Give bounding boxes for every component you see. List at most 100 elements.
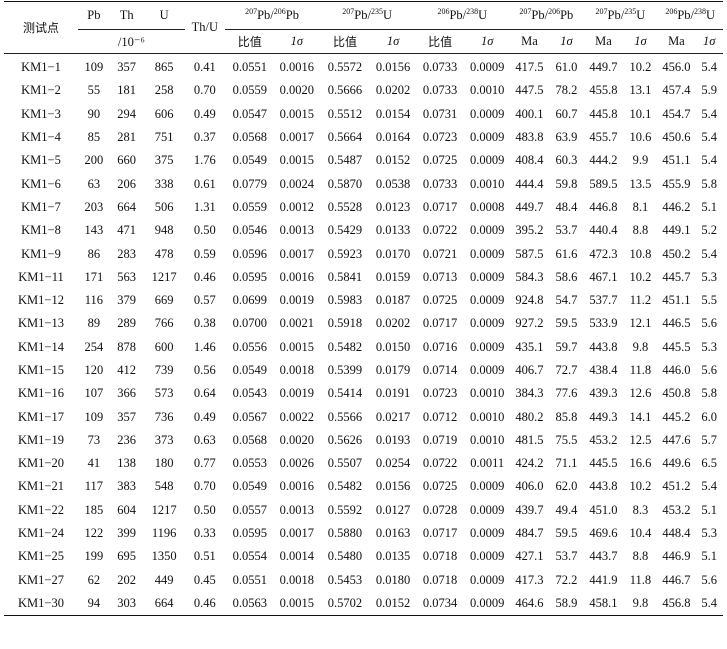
cell-th: 357 [117,409,136,424]
cell-ratio-207-206: 0.0568 [232,130,267,145]
cell-age-207-206: 447.5 [515,83,544,98]
cell-age-207-235: 440.4 [589,223,618,238]
cell-ratio-207-206: 0.0549 [232,479,267,494]
cell-age-sigma-206-238: 5.4 [701,130,718,145]
table-row: KM1−11 171 563 1217 0.46 0.0595 0.0016 0.5841 0.… [4,266,723,289]
table-row: KM1−3 90 294 606 0.49 0.0547 0.0015 0.5512 0.015… [4,103,723,126]
cell-age-sigma-207-235: 8.8 [632,223,649,238]
header-sample-point: 测试点 [4,1,78,54]
cell-age-sigma-206-238: 5.1 [701,549,718,564]
cell-sample-id: KM1−7 [21,199,61,214]
cell-th: 660 [117,153,136,168]
cell-age-207-206: 424.2 [515,456,544,471]
cell-u: 606 [154,106,174,121]
cell-th: 202 [117,572,136,587]
cell-th-u: 0.50 [193,223,216,238]
cell-ratio-206-238: 0.0733 [422,60,458,75]
cell-age-206-238: 446.0 [662,363,691,377]
cell-sigma-207-206: 0.0016 [279,269,315,284]
cell-age-207-206: 417.5 [515,60,544,75]
cell-pb: 122 [84,526,104,541]
cell-age-sigma-207-206: 72.7 [555,363,578,377]
cell-age-sigma-207-235: 10.2 [629,60,652,75]
cell-sigma-206-238: 0.0009 [469,60,505,75]
cell-age-sigma-206-238: 5.1 [701,502,718,517]
cell-th-u: 0.77 [193,456,216,471]
cell-age-sigma-206-238: 5.8 [701,386,718,401]
cell-sigma-206-238: 0.0010 [469,409,505,424]
cell-ratio-207-206: 0.0551 [232,60,267,75]
cell-age-sigma-206-238: 5.5 [701,293,718,308]
cell-age-207-235: 458.1 [589,595,618,610]
cell-age-sigma-207-206: 62.0 [555,479,578,494]
cell-th: 563 [117,269,136,284]
cell-age-sigma-206-238: 5.3 [701,526,718,541]
cell-age-sigma-207-235: 11.2 [629,293,652,308]
cell-th-u: 0.61 [193,176,216,191]
cell-age-sigma-207-235: 12.6 [629,386,652,401]
cell-age-207-206: 484.7 [515,526,544,541]
cell-age-sigma-207-206: 59.5 [555,316,578,331]
cell-age-sigma-207-206: 61.0 [555,60,578,75]
cell-ratio-206-238: 0.0731 [422,106,458,121]
cell-age-sigma-207-235: 10.1 [629,106,652,121]
cell-sigma-207-235: 0.0159 [375,269,411,284]
cell-pb: 85 [87,130,101,145]
cell-ratio-206-238: 0.0718 [422,549,458,564]
cell-age-206-238: 456.0 [662,60,691,75]
cell-age-207-206: 384.3 [515,386,544,401]
cell-sigma-207-206: 0.0016 [279,479,315,494]
cell-sigma-207-206: 0.0026 [279,456,315,471]
cell-age-sigma-207-206: 78.2 [555,83,578,98]
cell-age-sigma-206-238: 5.3 [701,339,718,354]
cell-sample-id: KM1−20 [18,456,64,471]
cell-u: 751 [154,130,174,145]
header-age-206-238: 206Pb/238U [657,1,723,30]
cell-age-207-235: 455.8 [589,83,618,98]
cell-sample-id: KM1−13 [18,316,64,331]
cell-th: 471 [117,223,136,238]
cell-sigma-207-206: 0.0015 [279,595,315,610]
cell-age-207-235: 449.7 [589,60,618,75]
cell-pb: 143 [84,223,104,238]
cell-u: 664 [154,595,174,610]
cell-age-207-235: 451.0 [589,502,618,517]
cell-age-206-238: 456.8 [662,595,691,610]
cell-u: 1217 [151,502,177,517]
cell-age-sigma-207-206: 53.7 [555,223,578,238]
cell-sigma-207-206: 0.0022 [279,409,315,424]
cell-sigma-206-238: 0.0011 [470,456,505,471]
table-row: KM1−22 185 604 1217 0.50 0.0557 0.0013 0.5592 0.… [4,499,723,522]
cell-th: 399 [117,526,136,541]
table-row: KM1−6 63 206 338 0.61 0.0779 0.0024 0.5870 0.053… [4,172,723,195]
cell-age-207-235: 453.2 [589,432,618,447]
cell-sigma-206-238: 0.0009 [469,502,505,517]
cell-age-sigma-206-238: 5.4 [701,246,718,261]
cell-age-206-238: 457.4 [662,83,691,98]
cell-sigma-207-206: 0.0014 [279,549,315,564]
cell-sigma-207-235: 0.0179 [375,363,411,377]
cell-th-u: 0.50 [193,502,216,517]
cell-sample-id: KM1−12 [18,293,64,308]
cell-u: 669 [154,293,174,308]
header-ma-label: Ma [583,29,624,54]
cell-age-206-238: 448.4 [662,526,691,541]
cell-ratio-206-238: 0.0722 [422,223,458,238]
cell-ratio-207-235: 0.5507 [327,456,363,471]
cell-age-207-235: 445.8 [589,106,618,121]
cell-ratio-207-206: 0.0595 [232,269,267,284]
cell-th: 412 [117,363,136,377]
cell-sigma-206-238: 0.0009 [469,269,505,284]
cell-sigma-207-235: 0.0152 [375,153,411,168]
cell-sigma-207-206: 0.0015 [279,339,315,354]
cell-ratio-207-235: 0.5880 [327,526,363,541]
cell-sample-id: KM1−9 [21,246,61,261]
cell-age-sigma-207-206: 59.5 [555,526,578,541]
cell-age-207-206: 435.1 [515,339,544,354]
cell-age-sigma-207-206: 48.4 [555,199,578,214]
cell-age-sigma-207-235: 8.3 [632,502,649,517]
cell-age-207-206: 927.2 [515,316,544,331]
cell-age-sigma-207-235: 8.1 [632,199,649,214]
cell-u: 375 [154,153,174,168]
cell-sigma-207-235: 0.0193 [375,432,411,447]
